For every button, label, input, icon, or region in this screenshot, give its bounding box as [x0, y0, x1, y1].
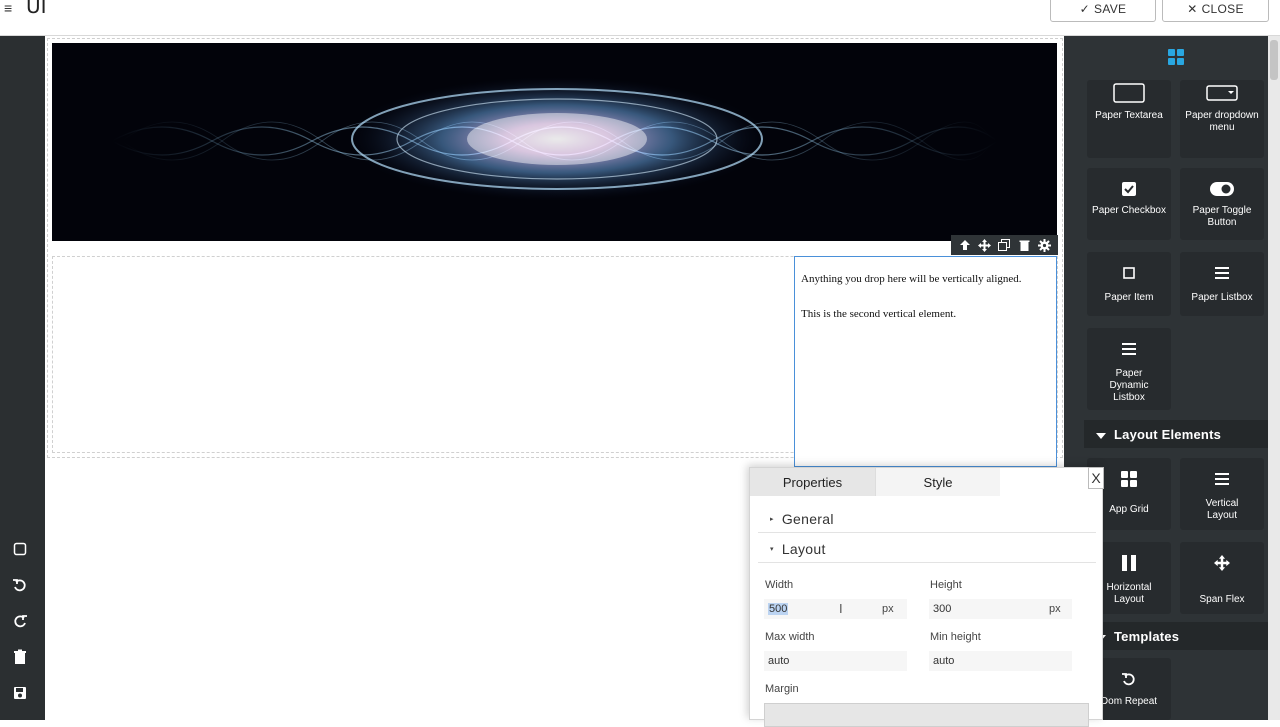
move-icon[interactable] [978, 238, 992, 252]
section-general[interactable]: ▸ General [758, 505, 1096, 533]
undo-icon[interactable] [11, 576, 29, 594]
save-button[interactable]: ✓ SAVE [1050, 0, 1156, 22]
gear-icon[interactable] [1037, 238, 1051, 252]
caret-right-icon: ▸ [770, 515, 774, 523]
max-width-label: Max width [765, 631, 815, 643]
palette-item-paper-dropdown[interactable]: Paper dropdown menu [1180, 80, 1264, 158]
redo-icon[interactable] [11, 612, 29, 630]
palette-item-label: Span Flex [1199, 594, 1245, 605]
section-templates[interactable]: Templates [1084, 622, 1268, 650]
min-height-value: auto [933, 655, 955, 667]
max-width-value: auto [768, 655, 790, 667]
height-label: Height [930, 579, 962, 591]
grid-icon[interactable] [1167, 48, 1185, 71]
left-toolbar [0, 36, 45, 720]
palette-item-paper-toggle[interactable]: Paper Toggle Button [1180, 168, 1264, 240]
move-icon [1180, 552, 1264, 574]
x-icon: ✕ [1187, 2, 1198, 16]
section-layout-elements[interactable]: Layout Elements [1084, 420, 1268, 448]
vertical-text-1: Anything you drop here will be verticall… [801, 273, 1022, 285]
margin-field[interactable] [764, 703, 1089, 727]
palette-item-label: Paper Checkbox [1092, 205, 1166, 216]
trash-icon[interactable] [11, 648, 29, 666]
palette-item-label: Paper dropdown menu [1185, 110, 1259, 133]
palette-item-paper-item[interactable]: Paper Item [1087, 252, 1171, 316]
palette-item-paper-checkbox[interactable]: Paper Checkbox [1087, 168, 1171, 240]
close-label: CLOSE [1201, 2, 1244, 16]
properties-panel: Properties Style X ▸ General ▾ Layout Wi… [749, 467, 1104, 727]
width-label: Width [765, 579, 794, 591]
square-icon [1087, 262, 1171, 284]
margin-label: Margin [765, 683, 799, 695]
text-cursor-icon: I [839, 601, 843, 616]
palette-item-label: Paper Toggle Button [1192, 205, 1252, 228]
square-icon[interactable] [11, 540, 29, 558]
hamburger-icon[interactable]: ≡ [4, 0, 12, 16]
arrow-up-icon[interactable] [958, 238, 972, 252]
copy-icon[interactable] [997, 238, 1011, 252]
palette-scrollbar[interactable] [1268, 36, 1280, 720]
top-bar: ≡ UI ✓ SAVE ✕ CLOSE [0, 0, 1280, 36]
section-label: General [781, 510, 834, 527]
palette-item-span-flex[interactable]: Span Flex [1180, 542, 1264, 614]
min-height-label: Min height [930, 631, 981, 643]
palette-item-paper-listbox[interactable]: Paper Listbox [1180, 252, 1264, 316]
scrollbar-thumb[interactable] [1270, 40, 1278, 80]
height-unit: px [1049, 603, 1061, 615]
section-layout[interactable]: ▾ Layout [758, 535, 1096, 563]
hero-image[interactable] [52, 43, 1057, 241]
palette-item-label: Paper Dynamic Listbox [1109, 368, 1149, 403]
checkbox-icon [1087, 178, 1171, 200]
list-icon [1180, 262, 1264, 284]
width-value: 500 [768, 603, 789, 615]
palette-item-paper-dynamic-listbox[interactable]: Paper Dynamic Listbox [1087, 328, 1171, 410]
properties-close-button[interactable]: X [1088, 467, 1104, 489]
trash-icon[interactable] [1017, 238, 1031, 252]
vertical-text-2: This is the second vertical element. [801, 308, 957, 320]
textarea-icon [1087, 82, 1171, 104]
palette-item-paper-textarea[interactable]: Paper Textarea [1087, 80, 1171, 158]
element-toolbar [951, 235, 1058, 255]
list-icon [1087, 338, 1171, 360]
section-label: Layout [781, 540, 826, 557]
list-icon [1180, 468, 1264, 490]
palette-item-vertical-layout[interactable]: Vertical Layout [1180, 458, 1264, 530]
save-label: SAVE [1094, 2, 1127, 16]
app-title: UI [26, 0, 47, 18]
vertical-layout-element[interactable]: Anything you drop here will be verticall… [794, 256, 1057, 467]
palette-item-label: Paper Item [1104, 292, 1154, 303]
min-height-field[interactable]: auto [929, 651, 1072, 671]
section-label: Layout Elements [1114, 426, 1222, 442]
caret-down-icon: ▾ [770, 545, 774, 553]
palette-item-label: Paper Listbox [1191, 292, 1253, 303]
save-disk-icon[interactable] [11, 684, 29, 702]
width-unit: px [882, 603, 894, 615]
tab-properties[interactable]: Properties [750, 468, 875, 496]
section-label: Templates [1114, 628, 1180, 644]
properties-tabs: Properties Style [750, 468, 1102, 496]
max-width-field[interactable]: auto [764, 651, 907, 671]
palette-item-label: Paper Textarea [1095, 110, 1163, 121]
dropdown-icon [1180, 82, 1264, 104]
palette-item-label: Vertical Layout [1205, 498, 1239, 521]
caret-down-icon [1096, 427, 1106, 442]
height-value: 300 [933, 603, 952, 615]
toggle-icon [1180, 178, 1264, 200]
check-icon: ✓ [1079, 2, 1091, 16]
tab-style[interactable]: Style [875, 468, 1000, 496]
close-button[interactable]: ✕ CLOSE [1162, 0, 1269, 22]
